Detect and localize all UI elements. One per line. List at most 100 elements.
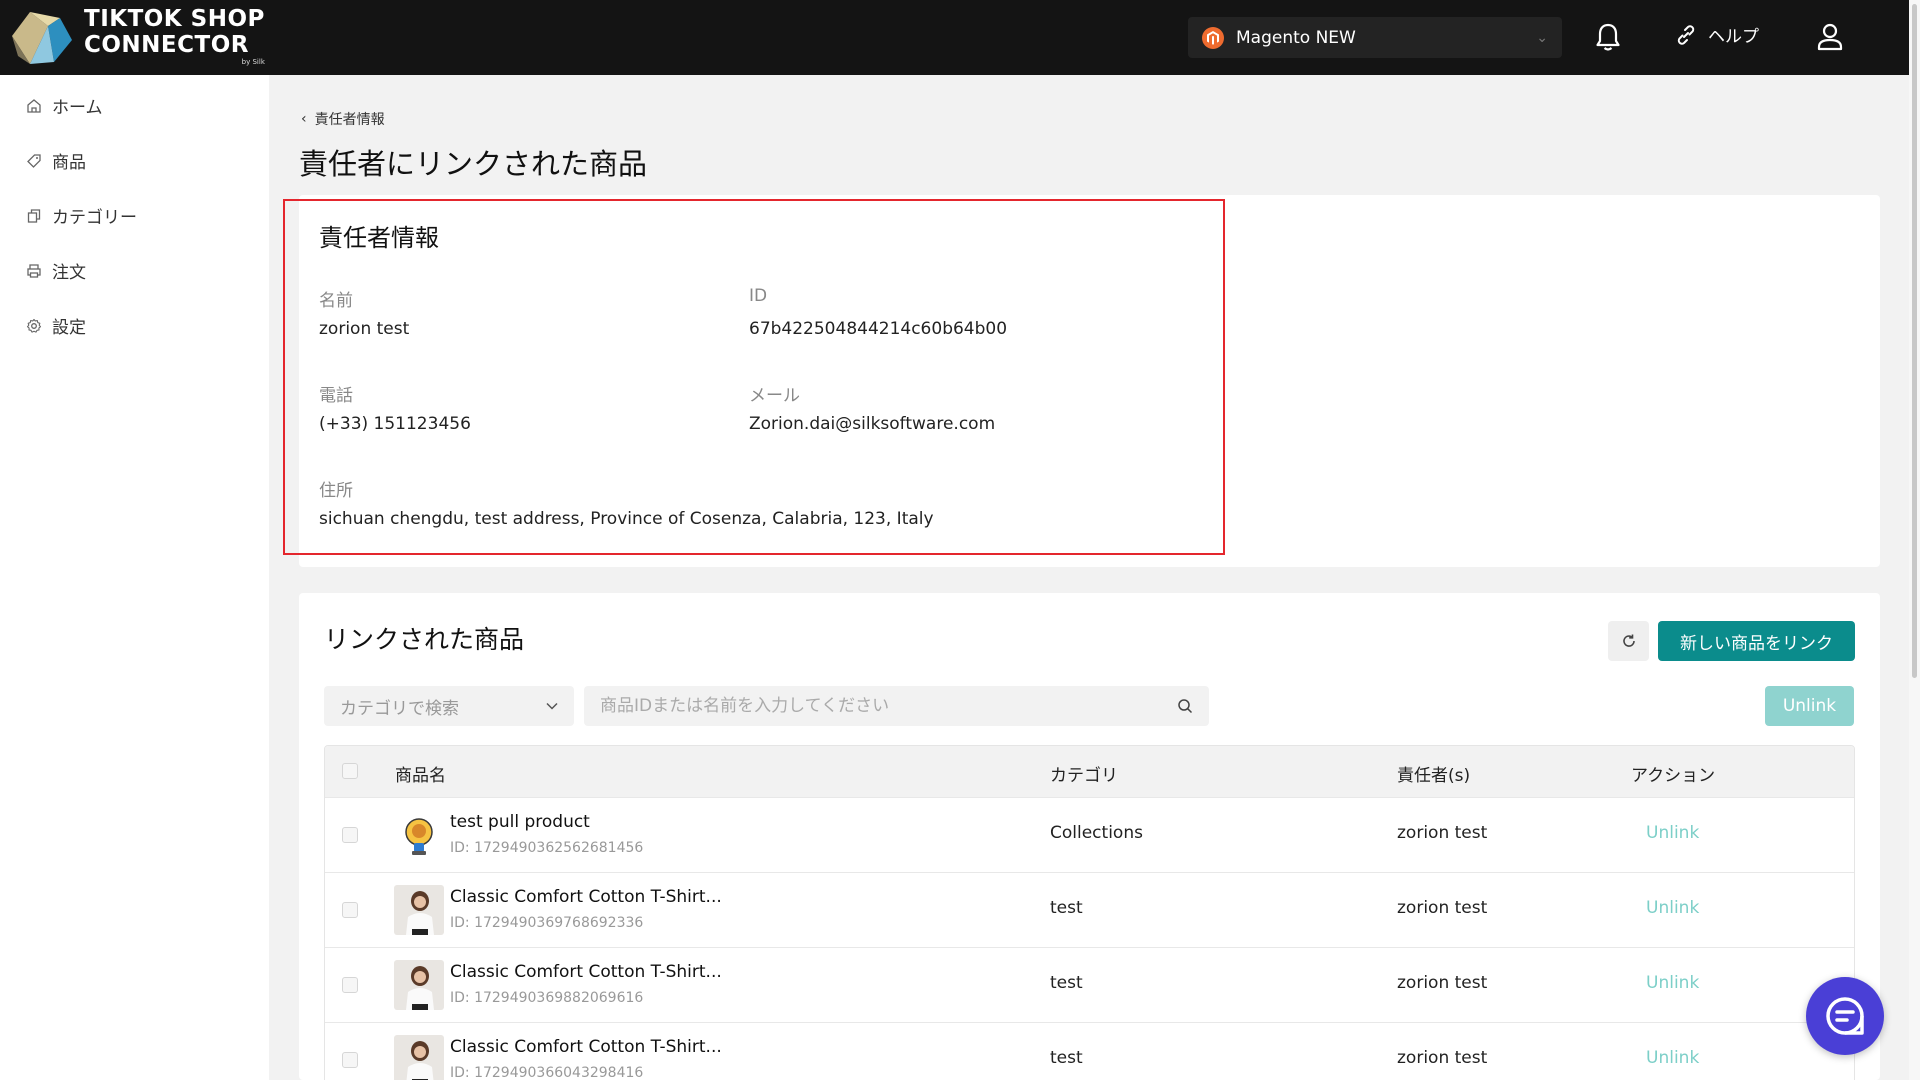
sidebar-item-label: カテゴリー: [52, 208, 137, 228]
top-bar: TIKTOK SHOP CONNECTOR by Silk Magento NE…: [0, 0, 1909, 75]
row-checkbox[interactable]: [342, 902, 358, 918]
id-label: ID: [749, 286, 768, 306]
chevron-left-icon: ‹: [301, 111, 307, 127]
address-value: sichuan chengdu, test address, Province …: [319, 509, 934, 529]
refresh-button[interactable]: [1608, 621, 1649, 661]
refresh-icon: [1622, 634, 1635, 647]
help-label: ヘルプ: [1708, 27, 1759, 47]
scrollbar-thumb[interactable]: [1912, 4, 1917, 678]
product-name[interactable]: test pull product: [450, 812, 590, 832]
store-name: Magento NEW: [1236, 27, 1356, 48]
gear-icon: [26, 318, 42, 333]
name-value: zorion test: [319, 319, 410, 339]
product-thumbnail: [394, 885, 444, 935]
table-row: Classic Comfort Cotton T-Shirt... ID: 17…: [325, 947, 1854, 1022]
sidebar: ホーム 商品 カテゴリー 注文 設定: [0, 75, 269, 1080]
product-owner: zorion test: [1397, 973, 1488, 993]
row-checkbox[interactable]: [342, 827, 358, 843]
breadcrumb-label: 責任者情報: [314, 112, 385, 128]
brand-logo[interactable]: TIKTOK SHOP CONNECTOR by Silk: [8, 6, 265, 68]
link-icon: [1677, 24, 1695, 45]
column-header-owner: 責任者(s): [1397, 766, 1471, 786]
name-label: 名前: [319, 291, 353, 311]
bell-icon[interactable]: [1594, 22, 1622, 52]
sidebar-item-label: ホーム: [52, 98, 103, 118]
table-row: Classic Comfort Cotton T-Shirt... ID: 17…: [325, 1022, 1854, 1080]
magento-icon: [1202, 26, 1224, 49]
category-filter-placeholder: カテゴリで検索: [340, 698, 459, 719]
product-name[interactable]: Classic Comfort Cotton T-Shirt...: [450, 962, 722, 982]
phone-value: (+33) 151123456: [319, 414, 471, 434]
chat-support-button[interactable]: [1806, 977, 1884, 1055]
row-checkbox[interactable]: [342, 977, 358, 993]
table-row: Classic Comfort Cotton T-Shirt... ID: 17…: [325, 872, 1854, 947]
product-thumbnail: [394, 960, 444, 1010]
email-value: Zorion.dai@silksoftware.com: [749, 414, 996, 434]
brand-byline: by Silk: [241, 58, 265, 66]
sidebar-item-label: 注文: [52, 263, 86, 283]
linked-products-title: リンクされた商品: [324, 625, 525, 654]
link-new-product-button[interactable]: 新しい商品をリンク: [1658, 621, 1855, 661]
sidebar-item-products[interactable]: 商品: [0, 133, 269, 188]
help-link[interactable]: ヘルプ: [1674, 22, 1759, 47]
home-icon: [27, 98, 41, 113]
unlink-link[interactable]: Unlink: [1646, 823, 1699, 843]
product-thumbnail: [394, 810, 444, 860]
breadcrumb-back[interactable]: ‹ 責任者情報: [301, 109, 385, 129]
column-header-name: 商品名: [395, 766, 446, 786]
category-filter-select[interactable]: カテゴリで検索: [324, 686, 574, 726]
page-title: 責任者にリンクされた商品: [299, 147, 648, 181]
search-icon[interactable]: [1177, 698, 1193, 714]
sidebar-item-categories[interactable]: カテゴリー: [0, 188, 269, 243]
product-owner: zorion test: [1397, 898, 1488, 918]
select-all-checkbox[interactable]: [342, 763, 358, 779]
table-header: 商品名 カテゴリ 責任者(s) アクション: [325, 746, 1854, 797]
brand-line-1: TIKTOK SHOP: [84, 6, 265, 32]
unlink-link[interactable]: Unlink: [1646, 973, 1699, 993]
product-search-input[interactable]: [600, 696, 1177, 716]
chevron-down-icon: [546, 702, 558, 710]
chevron-down-icon: ⌄: [1536, 29, 1548, 46]
unlink-link[interactable]: Unlink: [1646, 1048, 1699, 1068]
brand-line-2: CONNECTOR: [84, 32, 249, 58]
product-category: test: [1050, 898, 1083, 918]
address-label: 住所: [319, 481, 353, 501]
product-category: Collections: [1050, 823, 1143, 843]
sidebar-item-settings[interactable]: 設定: [0, 298, 269, 353]
product-id: ID: 1729490366043298416: [450, 1065, 644, 1080]
tag-icon: [27, 153, 41, 168]
product-thumbnail: [394, 1035, 444, 1080]
column-header-category: カテゴリ: [1050, 766, 1118, 786]
row-checkbox[interactable]: [342, 1052, 358, 1068]
unlink-link[interactable]: Unlink: [1646, 898, 1699, 918]
linked-products-table: 商品名 カテゴリ 責任者(s) アクション test pull product …: [324, 745, 1855, 1080]
product-search-box: [584, 686, 1209, 726]
product-name[interactable]: Classic Comfort Cotton T-Shirt...: [450, 1037, 722, 1057]
product-id: ID: 1729490369882069616: [450, 990, 644, 1006]
email-label: メール: [749, 386, 800, 406]
product-id: ID: 1729490362562681456: [450, 840, 644, 856]
sidebar-item-orders[interactable]: 注文: [0, 243, 269, 298]
phone-label: 電話: [319, 386, 353, 406]
copy-icon: [27, 208, 41, 223]
product-category: test: [1050, 973, 1083, 993]
table-row: test pull product ID: 172949036256268145…: [325, 797, 1854, 872]
product-name[interactable]: Classic Comfort Cotton T-Shirt...: [450, 887, 722, 907]
bulk-unlink-button[interactable]: Unlink: [1765, 686, 1854, 726]
owner-info-title: 責任者情報: [319, 224, 439, 252]
column-header-action: アクション: [1631, 766, 1716, 786]
product-owner: zorion test: [1397, 1048, 1488, 1068]
sidebar-item-label: 商品: [52, 153, 86, 173]
product-category: test: [1050, 1048, 1083, 1068]
chat-icon: [1826, 997, 1864, 1035]
user-icon[interactable]: [1816, 22, 1844, 52]
logo-mark-icon: [12, 12, 72, 64]
sidebar-item-label: 設定: [52, 318, 86, 338]
sidebar-item-home[interactable]: ホーム: [0, 78, 269, 133]
product-id: ID: 1729490369768692336: [450, 915, 644, 931]
id-value: 67b422504844214c60b64b00: [749, 319, 1008, 339]
printer-icon: [27, 263, 41, 278]
product-owner: zorion test: [1397, 823, 1488, 843]
store-select[interactable]: Magento NEW ⌄: [1188, 17, 1562, 58]
brand-name: TIKTOK SHOP CONNECTOR by Silk: [84, 8, 265, 66]
